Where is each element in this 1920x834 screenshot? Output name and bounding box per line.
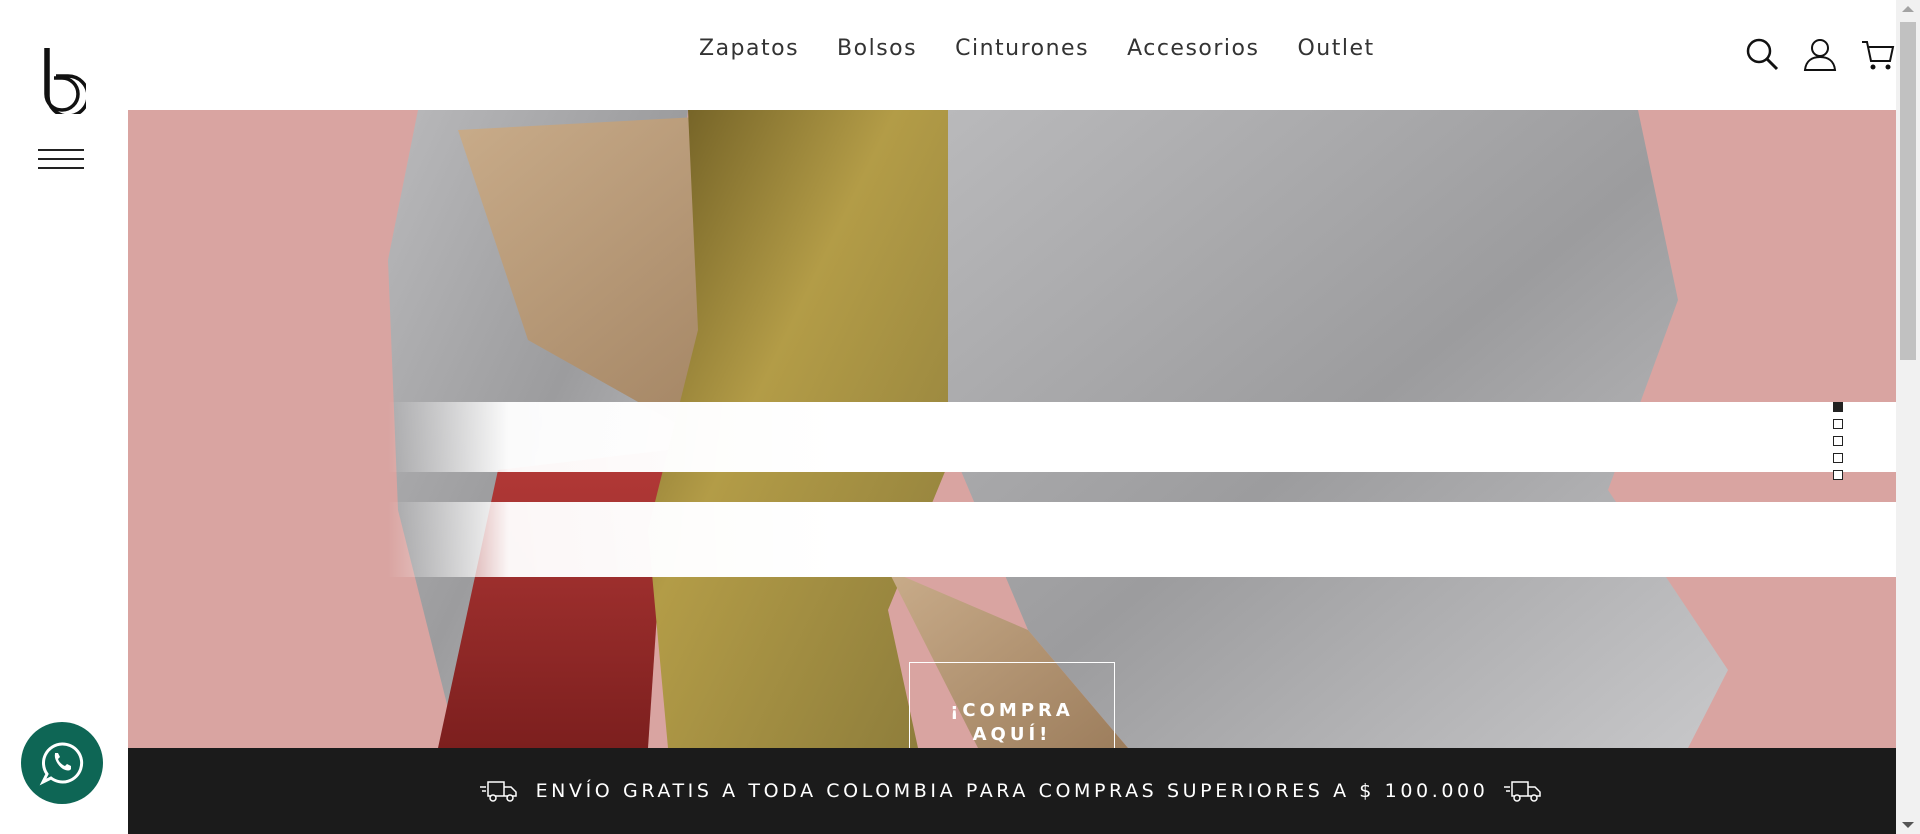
- whatsapp-button[interactable]: [21, 722, 103, 804]
- search-icon[interactable]: [1744, 36, 1780, 72]
- hamburger-menu-icon[interactable]: [38, 149, 84, 173]
- slide-dot[interactable]: [1833, 436, 1843, 446]
- hero-slider: ¡COMPRA AQUÍ!: [128, 110, 1896, 748]
- cta-line-1: ¡COMPRA: [950, 700, 1074, 721]
- whatsapp-icon: [39, 742, 84, 786]
- delivery-truck-icon: [1504, 781, 1542, 802]
- b-logo-icon[interactable]: [40, 46, 86, 114]
- nav-item-bolsos[interactable]: Bolsos: [837, 36, 917, 61]
- banner-text: ENVÍO GRATIS A TODA COLOMBIA PARA COMPRA…: [535, 780, 1489, 802]
- header: Zapatos Bolsos Cinturones Accesorios Out…: [128, 0, 1896, 110]
- slide-dot[interactable]: [1833, 419, 1843, 429]
- main-nav: Zapatos Bolsos Cinturones Accesorios Out…: [699, 36, 1375, 61]
- hero-overlay-band: [388, 402, 1896, 472]
- nav-item-accesorios[interactable]: Accesorios: [1127, 36, 1259, 61]
- page-scrollbar[interactable]: [1896, 0, 1920, 834]
- slide-dot[interactable]: [1833, 470, 1843, 480]
- delivery-truck-icon: [479, 781, 517, 802]
- nav-item-outlet[interactable]: Outlet: [1297, 36, 1374, 61]
- user-icon[interactable]: [1802, 36, 1838, 72]
- free-shipping-banner: ENVÍO GRATIS A TODA COLOMBIA PARA COMPRA…: [128, 748, 1896, 834]
- hero-overlay-band: [388, 502, 1896, 577]
- cart-icon[interactable]: [1860, 36, 1896, 72]
- slide-dot[interactable]: [1833, 453, 1843, 463]
- scroll-down-arrow[interactable]: [1902, 822, 1914, 828]
- left-sidebar: [0, 0, 128, 834]
- slider-pagination: [1833, 402, 1843, 480]
- slide-dot[interactable]: [1833, 402, 1843, 412]
- nav-item-cinturones[interactable]: Cinturones: [955, 36, 1089, 61]
- header-icons: [1744, 36, 1896, 72]
- scroll-up-arrow[interactable]: [1902, 6, 1914, 12]
- shop-now-button[interactable]: ¡COMPRA AQUÍ!: [909, 662, 1115, 748]
- scrollbar-thumb[interactable]: [1900, 22, 1916, 360]
- nav-item-zapatos[interactable]: Zapatos: [699, 36, 799, 61]
- cta-line-2: AQUÍ!: [972, 724, 1052, 745]
